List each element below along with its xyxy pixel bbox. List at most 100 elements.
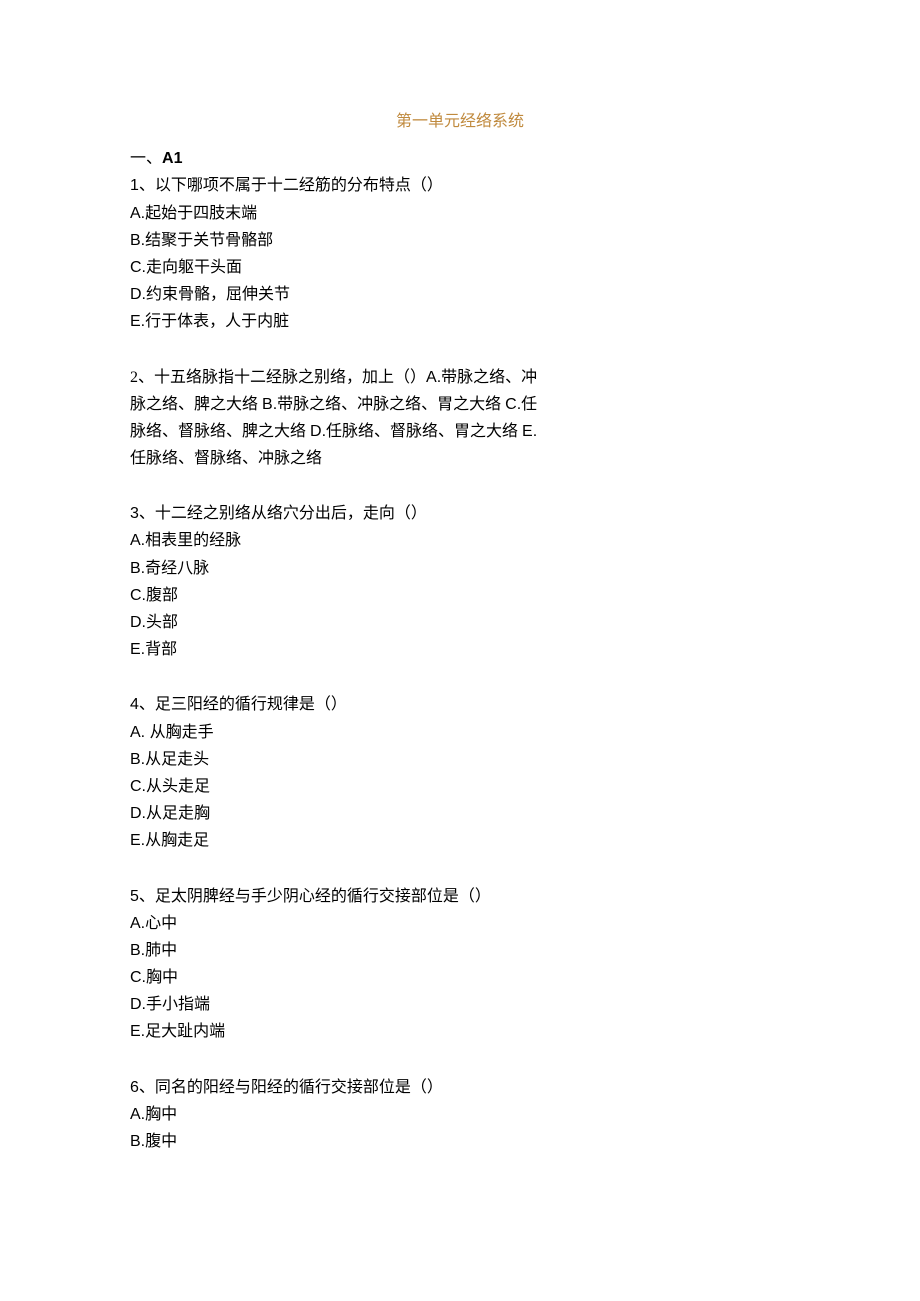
option-text: 足大趾内端 [145, 1023, 225, 1040]
option-a: A.起始于四肢末端 [130, 200, 790, 227]
option-text: 胸中 [146, 969, 178, 986]
option-letter: C. [130, 969, 146, 986]
option-letter: A. [130, 532, 145, 549]
option-letter: C. [130, 587, 146, 604]
section-heading: 一、A1 [130, 145, 790, 172]
option-letter: D. [310, 423, 326, 440]
option-c: C.走向躯干头面 [130, 254, 790, 281]
section-code: A1 [162, 150, 182, 167]
question-number: 3、 [130, 505, 155, 522]
option-text: 结聚于关节骨骼部 [145, 232, 273, 249]
option-d: D.从足走胸 [130, 800, 790, 827]
option-text: 从胸走手 [150, 724, 214, 741]
option-letter: A. [130, 915, 145, 932]
option-text: 从足走胸 [146, 805, 210, 822]
option-e: E.行于体表，人于内脏 [130, 308, 790, 335]
question-number: 1、 [130, 177, 155, 194]
option-letter: C. [130, 778, 146, 795]
option-text: 行于体表，人于内脏 [145, 313, 289, 330]
option-text: 相表里的经脉 [145, 532, 241, 549]
option-letter: A. [130, 205, 145, 222]
option-a: A.相表里的经脉 [130, 527, 790, 554]
unit-title: 第一单元经络系统 [130, 108, 790, 135]
option-text: 从胸走足 [145, 832, 209, 849]
option-letter: A. [130, 1106, 145, 1123]
option-letter: E. [130, 313, 145, 330]
question-stem: 1、以下哪项不属于十二经筋的分布特点（） [130, 172, 790, 199]
option-letter: E. [130, 832, 145, 849]
option-b: B.结聚于关节骨骼部 [130, 227, 790, 254]
question-text: 以下哪项不属于十二经筋的分布特点（） [155, 177, 443, 194]
option-letter: E. [130, 1023, 145, 1040]
question-stem: 4、足三阳经的循行规律是（） [130, 691, 790, 718]
option-letter: B. [130, 1133, 145, 1150]
option-letter: B. [130, 232, 145, 249]
question-number: 4、 [130, 696, 155, 713]
option-c: C.胸中 [130, 964, 790, 991]
question-number: 5、 [130, 888, 155, 905]
option-a: A.心中 [130, 910, 790, 937]
question-text: 同名的阳经与阳经的循行交接部位是（） [155, 1079, 443, 1096]
option-b: B.腹中 [130, 1128, 790, 1155]
option-letter: B. [262, 396, 277, 413]
option-text: 胸中 [145, 1106, 177, 1123]
question-stem: 3、十二经之别络从络穴分出后，走向（） [130, 500, 790, 527]
option-d: D.约束骨骼，屈伸关节 [130, 281, 790, 308]
option-text: 心中 [145, 915, 177, 932]
option-letter: E. [522, 423, 537, 440]
option-letter: A. [130, 724, 150, 741]
option-text: 起始于四肢末端 [145, 205, 257, 222]
option-b: B.肺中 [130, 937, 790, 964]
question-number: 6、 [130, 1079, 155, 1096]
option-text: 手小指端 [146, 996, 210, 1013]
question-1: 1、以下哪项不属于十二经筋的分布特点（） A.起始于四肢末端 B.结聚于关节骨骼… [130, 172, 790, 335]
option-text: 头部 [146, 614, 178, 631]
option-b: B.奇经八脉 [130, 555, 790, 582]
option-text: 任脉络、督脉络、胃之大络 [326, 423, 522, 440]
option-e: E.足大趾内端 [130, 1018, 790, 1045]
question-stem: 5、足太阴脾经与手少阴心经的循行交接部位是（） [130, 883, 790, 910]
option-letter: A. [426, 369, 441, 386]
option-text: 从足走头 [145, 751, 209, 768]
option-text: 背部 [145, 641, 177, 658]
option-a: A.胸中 [130, 1101, 790, 1128]
option-c: C.从头走足 [130, 773, 790, 800]
question-2: 2、十五络脉指十二经脉之别络，加上（）A.带脉之络、冲脉之络、脾之大络 B.带脉… [130, 364, 550, 473]
document-page: 第一单元经络系统 一、A1 1、以下哪项不属于十二经筋的分布特点（） A.起始于… [0, 0, 920, 1301]
question-number: 2、 [130, 369, 154, 386]
option-letter: D. [130, 996, 146, 1013]
option-letter: D. [130, 805, 146, 822]
question-inline-block: 2、十五络脉指十二经脉之别络，加上（）A.带脉之络、冲脉之络、脾之大络 B.带脉… [130, 364, 550, 473]
option-d: D.手小指端 [130, 991, 790, 1018]
option-letter: B. [130, 942, 145, 959]
question-text: 十二经之别络从络穴分出后，走向（） [155, 505, 427, 522]
option-text: 约束骨骼，屈伸关节 [146, 286, 290, 303]
option-text: 任脉络、督脉络、冲脉之络 [130, 450, 322, 467]
option-letter: E. [130, 641, 145, 658]
option-letter: D. [130, 614, 146, 631]
option-d: D.头部 [130, 609, 790, 636]
option-e: E.背部 [130, 636, 790, 663]
question-5: 5、足太阴脾经与手少阴心经的循行交接部位是（） A.心中 B.肺中 C.胸中 D… [130, 883, 790, 1046]
option-text: 走向躯干头面 [146, 259, 242, 276]
option-text: 从头走足 [146, 778, 210, 795]
option-letter: C. [505, 396, 521, 413]
option-e: E.从胸走足 [130, 827, 790, 854]
option-letter: C. [130, 259, 146, 276]
option-text: 肺中 [145, 942, 177, 959]
option-letter: B. [130, 560, 145, 577]
option-letter: B. [130, 751, 145, 768]
option-text: 带脉之络、冲脉之络、胃之大络 [277, 396, 505, 413]
option-a: A. 从胸走手 [130, 719, 790, 746]
option-text: 奇经八脉 [145, 560, 209, 577]
question-text: 足三阳经的循行规律是（） [155, 696, 347, 713]
question-text: 十五络脉指十二经脉之别络，加上（） [154, 369, 426, 386]
option-letter: D. [130, 286, 146, 303]
question-4: 4、足三阳经的循行规律是（） A. 从胸走手 B.从足走头 C.从头走足 D.从… [130, 691, 790, 854]
option-c: C.腹部 [130, 582, 790, 609]
question-text: 足太阴脾经与手少阴心经的循行交接部位是（） [155, 888, 491, 905]
section-prefix: 一、 [130, 150, 162, 167]
question-6: 6、同名的阳经与阳经的循行交接部位是（） A.胸中 B.腹中 [130, 1074, 790, 1156]
question-stem: 6、同名的阳经与阳经的循行交接部位是（） [130, 1074, 790, 1101]
option-text: 腹中 [145, 1133, 177, 1150]
